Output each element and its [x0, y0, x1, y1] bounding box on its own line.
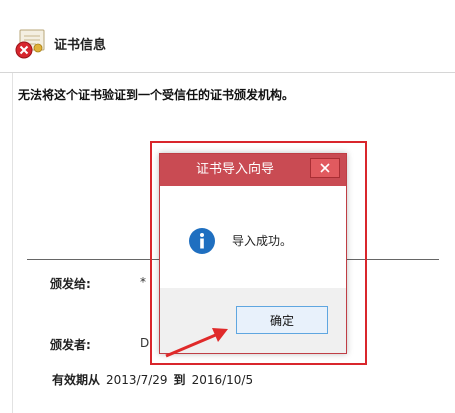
- issued-to-value: *: [140, 275, 146, 289]
- issued-to-label: 颁发给:: [50, 277, 91, 291]
- ok-button[interactable]: 确定: [236, 306, 328, 334]
- validity-period: 有效期从 2013/7/29 到 2016/10/5: [52, 371, 253, 388]
- dialog-body: 导入成功。: [160, 186, 346, 286]
- header-divider: [0, 72, 455, 73]
- info-icon: [188, 227, 216, 255]
- pointer-arrow-icon: [165, 328, 228, 358]
- validity-to-label: 到: [173, 373, 186, 387]
- close-button[interactable]: [310, 158, 340, 178]
- certificate-warning: 无法将这个证书验证到一个受信任的证书颁发机构。: [18, 88, 295, 102]
- certificate-header: 证书信息: [14, 26, 106, 60]
- certificate-error-icon: [14, 26, 48, 60]
- valid-to-date: 2016/10/5: [191, 372, 254, 387]
- dialog-titlebar[interactable]: 证书导入向导: [160, 154, 346, 186]
- left-border: [12, 73, 13, 413]
- dialog-message: 导入成功。: [232, 234, 293, 248]
- valid-from-date: 2013/7/29: [106, 372, 168, 387]
- validity-label: 有效期从: [52, 373, 101, 387]
- dialog-title: 证书导入向导: [195, 162, 274, 177]
- close-icon: [320, 163, 330, 173]
- issued-by-label: 颁发者:: [50, 338, 91, 352]
- certificate-title: 证书信息: [54, 37, 107, 53]
